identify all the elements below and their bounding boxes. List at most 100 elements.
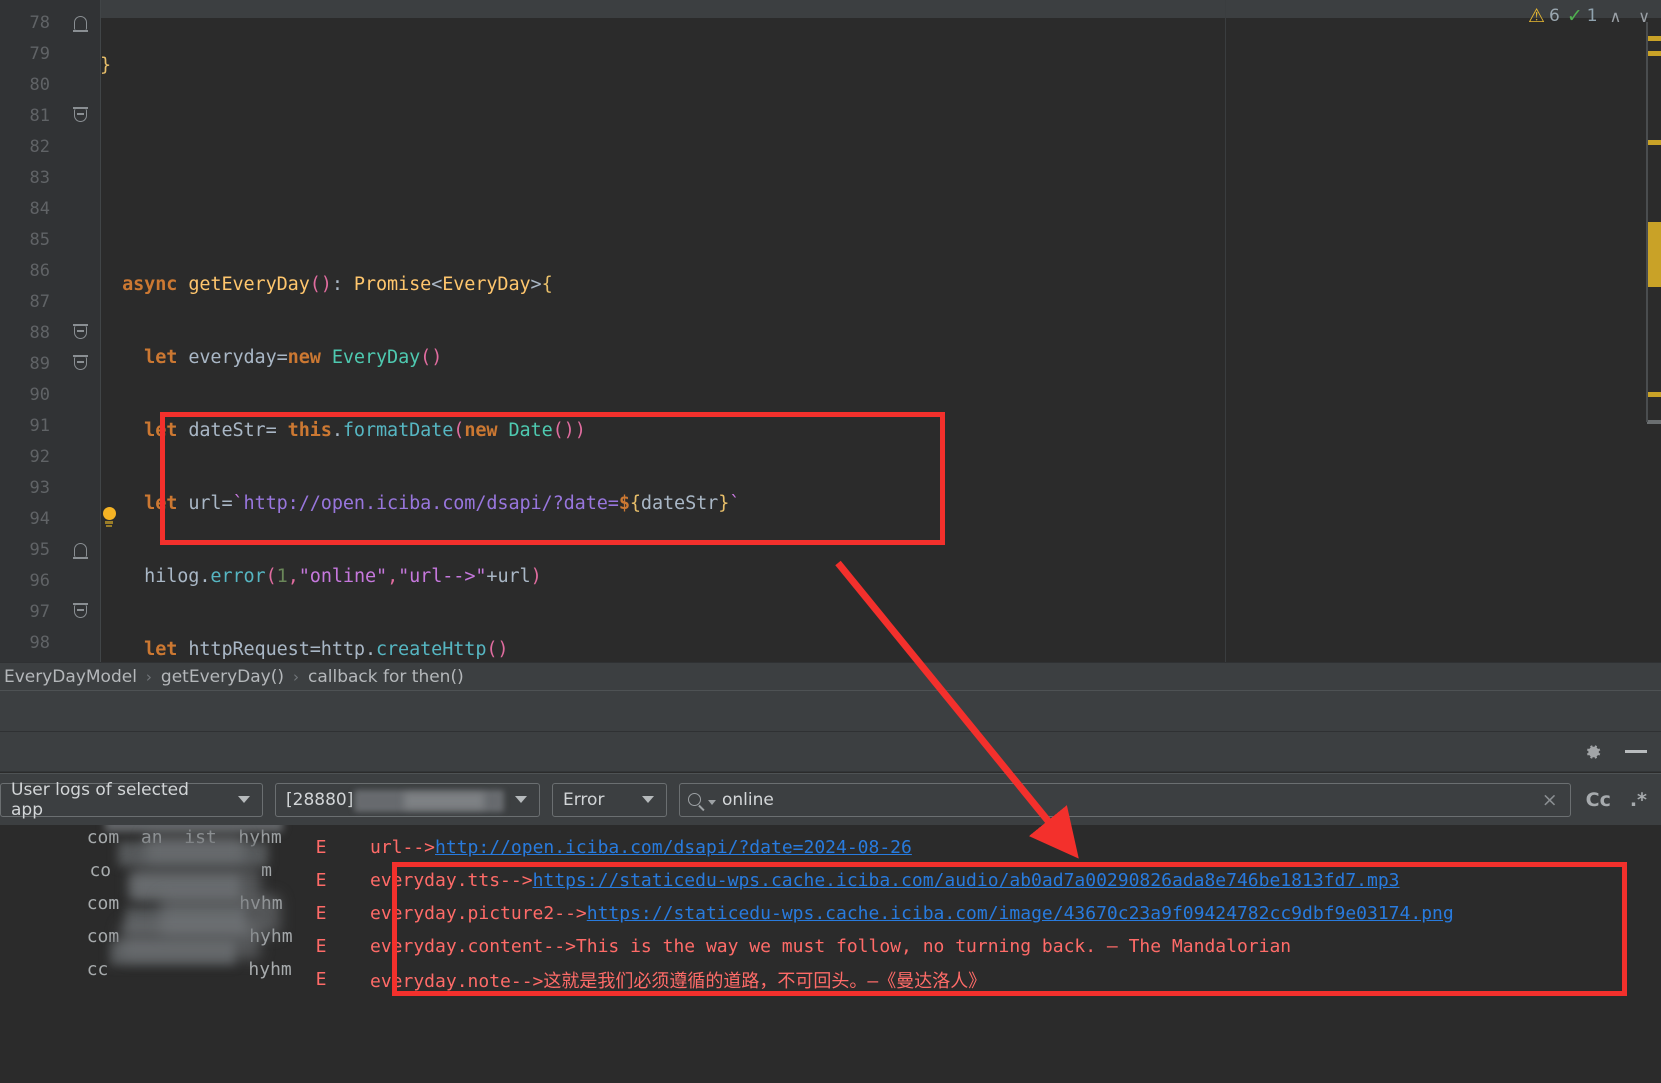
log-message: everyday.note-->这就是我们必须遵循的道路，不可回头。—《曼达洛人… [352,967,1661,993]
log-message-prefix: everyday.picture2--> [370,903,587,924]
line-number: 96 [29,571,50,591]
breadcrumb-item-callback[interactable]: callback for then() [308,667,464,687]
log-tag: cc hyhm [0,938,292,1022]
scrollbar-marker[interactable] [1647,420,1661,424]
code-text[interactable]: } async getEveryDay(): Promise<EveryDay>… [100,8,1540,662]
log-toolwindow-toolbar[interactable] [0,732,1661,772]
log-message: url-->http://open.iciba.com/dsapi/?date=… [352,837,1661,858]
log-message-text: This is the way we must follow, no turni… [575,936,1292,957]
log-message-prefix: everyday.content--> [370,936,576,957]
code-line-82: let everyday=new EveryDay() [144,347,443,368]
log-search-box[interactable]: online × [679,782,1571,817]
search-input[interactable]: online [722,790,1536,810]
fold-marker-open-97[interactable] [73,603,88,618]
scrollbar-marker[interactable] [1647,140,1661,145]
line-number: 87 [29,292,50,312]
log-source-value: User logs of selected app [11,779,189,820]
line-number: 93 [29,478,50,498]
redacted-process-name-2 [404,792,484,809]
check-count: 1 [1586,6,1598,26]
ide-window: 78 79 80 81 82 83 84 85 86 87 88 89 90 9… [0,0,1661,1083]
scrollbar-thumb[interactable] [1646,22,1648,422]
fold-marker-close-78[interactable] [73,16,88,32]
chevron-down-icon [515,796,527,803]
breadcrumb[interactable]: EveryDayModel › getEveryDay() › callback… [0,662,1661,690]
scrollbar-marker[interactable] [1647,222,1661,287]
toolwindow-divider [0,690,1661,691]
log-level-badge: E [315,903,327,924]
line-number: 88 [29,323,50,343]
redacted-tag [105,825,283,832]
inspection-ok-status[interactable]: ✓ 1 [1567,6,1598,26]
line-number-column: 78 79 80 81 82 83 84 85 86 87 88 89 90 9… [0,0,60,659]
fold-marker-open-88[interactable] [73,324,88,339]
fold-marker-open-81[interactable] [73,107,88,122]
process-value: [28880] [286,789,354,810]
chevron-up-icon[interactable]: ∧ [1605,7,1627,26]
line-number: 81 [29,106,50,126]
log-row[interactable]: cc hyhm E everyday.note-->这就是我们必须遵循的道路，不可… [0,940,1661,996]
log-level-badge: E [315,936,327,957]
chevron-down-icon[interactable] [708,799,716,805]
breadcrumb-item-class[interactable]: EveryDayModel [4,667,137,687]
code-editor[interactable]: 78 79 80 81 82 83 84 85 86 87 88 89 90 9… [0,0,1661,662]
redacted-tag [130,874,240,899]
minimize-icon[interactable] [1625,750,1647,753]
redacted-tag [118,841,268,866]
code-line-81: async getEveryDay(): Promise<EveryDay>{ [122,274,553,295]
log-link[interactable]: https://staticedu-wps.cache.iciba.com/im… [587,903,1454,924]
code-line-86: let httpRequest=http.createHttp() [144,639,509,660]
log-message-prefix: everyday.note--> [370,970,544,992]
line-number: 86 [29,261,50,281]
breadcrumb-item-method[interactable]: getEveryDay() [161,667,284,687]
line-number: 90 [29,385,50,405]
editor-scrollbar[interactable] [1647,18,1661,662]
log-level-value: Error [563,789,605,810]
scrollbar-marker[interactable] [1647,392,1661,397]
log-level-dropdown[interactable]: Error [552,782,667,817]
chevron-down-icon[interactable]: ∨ [1633,7,1655,26]
regex-button[interactable]: .* [1626,789,1651,811]
log-filter-bar[interactable]: User logs of selected app [28880] Error … [0,773,1661,825]
line-number: 97 [29,602,50,622]
fold-marker-open-89[interactable] [73,355,88,370]
chevron-down-icon [238,796,250,803]
line-number: 98 [29,633,50,653]
fold-marker-close-95[interactable] [73,543,88,559]
line-number: 80 [29,75,50,95]
scrollbar-marker[interactable] [1647,36,1661,41]
line-number: 85 [29,230,50,250]
line-number: 92 [29,447,50,467]
gear-icon[interactable] [1583,742,1603,762]
log-link[interactable]: https://staticedu-wps.cache.iciba.com/au… [533,870,1400,891]
log-message-prefix: everyday.tts--> [370,870,533,891]
log-source-dropdown[interactable]: User logs of selected app [0,779,263,820]
line-number: 91 [29,416,50,436]
warning-status[interactable]: ⚠ 6 [1528,6,1560,26]
redacted-tag [125,907,245,932]
log-link[interactable]: http://open.iciba.com/dsapi/?date=2024-0… [435,837,912,858]
code-line-84: let url=`http://open.iciba.com/dsapi/?da… [144,493,741,514]
log-output[interactable]: com an ist hyhm E url-->http://open.icib… [0,825,1661,1083]
search-icon [688,793,701,806]
match-case-button[interactable]: Cc [1583,789,1614,811]
log-message-text: 这就是我们必须遵循的道路，不可回头。—《曼达洛人》 [543,970,987,992]
intention-bulb-icon[interactable] [100,507,118,529]
chevron-down-icon [642,796,654,803]
fold-marker-column[interactable] [66,8,100,659]
breadcrumb-separator-icon: › [292,667,299,686]
redacted-tag [110,940,235,965]
line-number: 78 [29,13,50,33]
clear-search-icon[interactable]: × [1542,789,1562,811]
log-message: everyday.tts-->https://staticedu-wps.cac… [352,870,1661,891]
breadcrumb-separator-icon: › [145,667,152,686]
scrollbar-marker[interactable] [1647,51,1661,56]
log-level-badge: E [315,870,327,891]
process-dropdown[interactable]: [28880] [275,782,540,817]
editor-status-icons[interactable]: ⚠ 6 ✓ 1 ∧ ∨ [1528,0,1655,32]
line-number: 82 [29,137,50,157]
code-line-83: let dateStr= this.formatDate(new Date()) [144,420,586,441]
line-number: 84 [29,199,50,219]
log-level-badge: E [315,837,327,858]
